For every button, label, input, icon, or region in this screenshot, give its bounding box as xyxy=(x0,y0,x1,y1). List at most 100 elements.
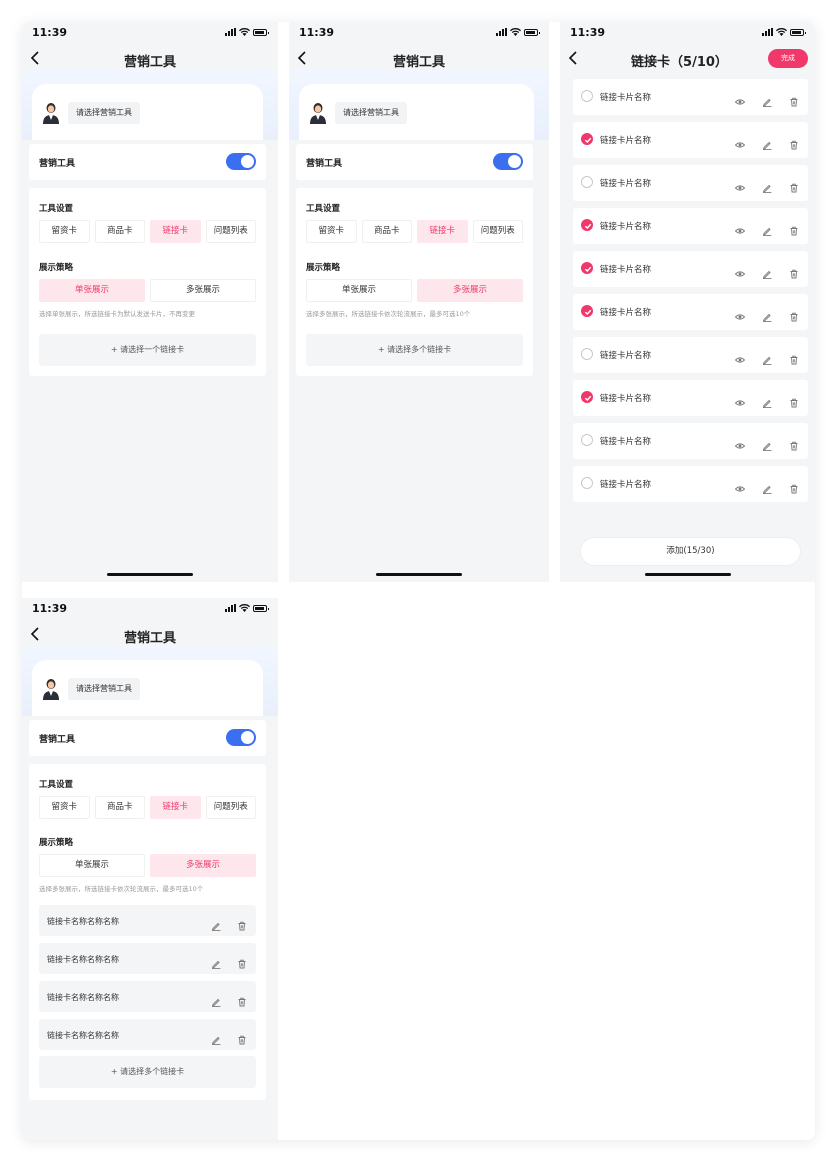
avatar-icon xyxy=(43,103,59,124)
tab-link-card[interactable]: 链接卡 xyxy=(150,796,201,819)
eye-icon[interactable] xyxy=(734,350,746,363)
trash-icon[interactable] xyxy=(789,92,799,107)
choose-tool-chip[interactable]: 请选择营销工具 xyxy=(68,102,140,124)
checked-radio[interactable] xyxy=(581,391,593,403)
tab-lead-card[interactable]: 留资卡 xyxy=(39,796,90,819)
strategy-single[interactable]: 单张展示 xyxy=(306,279,412,302)
tab-link-card[interactable]: 链接卡 xyxy=(417,220,468,243)
strategy-single[interactable]: 单张展示 xyxy=(39,854,145,877)
link-card-name: 链接卡片名称 xyxy=(600,308,652,318)
radio-button[interactable] xyxy=(581,348,593,360)
link-card-item[interactable]: 链接卡片名称 xyxy=(573,122,808,158)
edit-icon[interactable] xyxy=(762,436,772,452)
edit-icon[interactable] xyxy=(211,992,221,1008)
eye-icon[interactable] xyxy=(734,178,746,191)
trash-icon[interactable] xyxy=(237,916,247,931)
strategy-multi[interactable]: 多张展示 xyxy=(150,854,256,877)
choose-tool-chip[interactable]: 请选择营销工具 xyxy=(68,678,140,700)
avatar-icon xyxy=(43,679,59,700)
done-button[interactable]: 完成 xyxy=(768,49,808,68)
add-link-cards-button[interactable]: + 请选择多个链接卡 xyxy=(306,334,523,366)
status-time: 11:39 xyxy=(32,602,68,615)
link-card-item[interactable]: 链接卡片名称 xyxy=(573,380,808,416)
tab-question-list[interactable]: 问题列表 xyxy=(472,220,523,243)
trash-icon[interactable] xyxy=(789,264,799,279)
trash-icon[interactable] xyxy=(789,436,799,451)
edit-icon[interactable] xyxy=(211,916,221,932)
link-card-item[interactable]: 链接卡片名称 xyxy=(573,251,808,287)
eye-icon[interactable] xyxy=(734,92,746,105)
tab-question-list[interactable]: 问题列表 xyxy=(205,220,256,243)
trash-icon[interactable] xyxy=(789,221,799,236)
tool-switch[interactable] xyxy=(226,729,256,746)
checked-radio[interactable] xyxy=(581,133,593,145)
tab-product-card[interactable]: 商品卡 xyxy=(94,220,145,243)
checked-radio[interactable] xyxy=(581,305,593,317)
edit-icon[interactable] xyxy=(762,307,772,323)
trash-icon[interactable] xyxy=(789,135,799,150)
eye-icon[interactable] xyxy=(734,479,746,492)
eye-icon[interactable] xyxy=(734,393,746,406)
strategy-hint: 选择多张展示，所选链接卡依次轮流展示，最多可选10个 xyxy=(39,885,204,893)
link-card-name: 链接卡片名称 xyxy=(600,179,652,189)
trash-icon[interactable] xyxy=(237,954,247,969)
link-card-item[interactable]: 链接卡片名称 xyxy=(573,165,808,201)
strategy-hint: 选择多张展示，所选链接卡依次轮流展示，最多可选10个 xyxy=(306,310,471,318)
add-link-card-button[interactable]: 添加(15/30) xyxy=(580,537,801,566)
strategy-multi[interactable]: 多张展示 xyxy=(150,279,256,302)
eye-icon[interactable] xyxy=(734,264,746,277)
link-card-name: 链接卡片名称 xyxy=(600,437,652,447)
checked-radio[interactable] xyxy=(581,219,593,231)
trash-icon[interactable] xyxy=(789,178,799,193)
edit-icon[interactable] xyxy=(762,221,772,237)
tab-lead-card[interactable]: 留资卡 xyxy=(39,220,90,243)
status-bar: 11:39 xyxy=(22,598,278,620)
link-card-item[interactable]: 链接卡片名称 xyxy=(573,79,808,115)
radio-button[interactable] xyxy=(581,477,593,489)
strategy-multi[interactable]: 多张展示 xyxy=(417,279,523,302)
edit-icon[interactable] xyxy=(762,350,772,366)
choose-tool-chip[interactable]: 请选择营销工具 xyxy=(335,102,407,124)
edit-icon[interactable] xyxy=(762,479,772,495)
tool-switch[interactable] xyxy=(226,153,256,170)
eye-icon[interactable] xyxy=(734,135,746,148)
trash-icon[interactable] xyxy=(237,992,247,1007)
trash-icon[interactable] xyxy=(789,479,799,494)
toggle-label: 营销工具 xyxy=(39,159,76,169)
eye-icon[interactable] xyxy=(734,307,746,320)
edit-icon[interactable] xyxy=(762,135,772,151)
edit-icon[interactable] xyxy=(211,954,221,970)
link-card-item[interactable]: 链接卡片名称 xyxy=(573,466,808,502)
radio-button[interactable] xyxy=(581,90,593,102)
edit-icon[interactable] xyxy=(762,178,772,194)
tab-product-card[interactable]: 商品卡 xyxy=(361,220,412,243)
tab-link-card[interactable]: 链接卡 xyxy=(150,220,201,243)
link-card-item[interactable]: 链接卡片名称 xyxy=(573,423,808,459)
link-card-item[interactable]: 链接卡片名称 xyxy=(573,208,808,244)
tab-question-list[interactable]: 问题列表 xyxy=(205,796,256,819)
eye-icon[interactable] xyxy=(734,221,746,234)
trash-icon[interactable] xyxy=(237,1030,247,1045)
edit-icon[interactable] xyxy=(762,264,772,280)
tab-lead-card[interactable]: 留资卡 xyxy=(306,220,357,243)
strategy-single[interactable]: 单张展示 xyxy=(39,279,145,302)
add-link-card-button[interactable]: + 请选择一个链接卡 xyxy=(39,334,256,366)
link-card-item[interactable]: 链接卡片名称 xyxy=(573,294,808,330)
edit-icon[interactable] xyxy=(211,1030,221,1046)
tab-product-card[interactable]: 商品卡 xyxy=(94,796,145,819)
trash-icon[interactable] xyxy=(789,350,799,365)
add-link-cards-button[interactable]: + 请选择多个链接卡 xyxy=(39,1056,256,1088)
tool-switch[interactable] xyxy=(493,153,523,170)
status-icons xyxy=(225,28,269,36)
link-card-item[interactable]: 链接卡片名称 xyxy=(573,337,808,373)
eye-icon[interactable] xyxy=(734,436,746,449)
radio-button[interactable] xyxy=(581,434,593,446)
home-indicator xyxy=(376,573,462,576)
checked-radio[interactable] xyxy=(581,262,593,274)
selected-link-row: 链接卡名称名称名称 xyxy=(39,905,256,936)
edit-icon[interactable] xyxy=(762,393,772,409)
radio-button[interactable] xyxy=(581,176,593,188)
trash-icon[interactable] xyxy=(789,393,799,408)
trash-icon[interactable] xyxy=(789,307,799,322)
edit-icon[interactable] xyxy=(762,92,772,108)
